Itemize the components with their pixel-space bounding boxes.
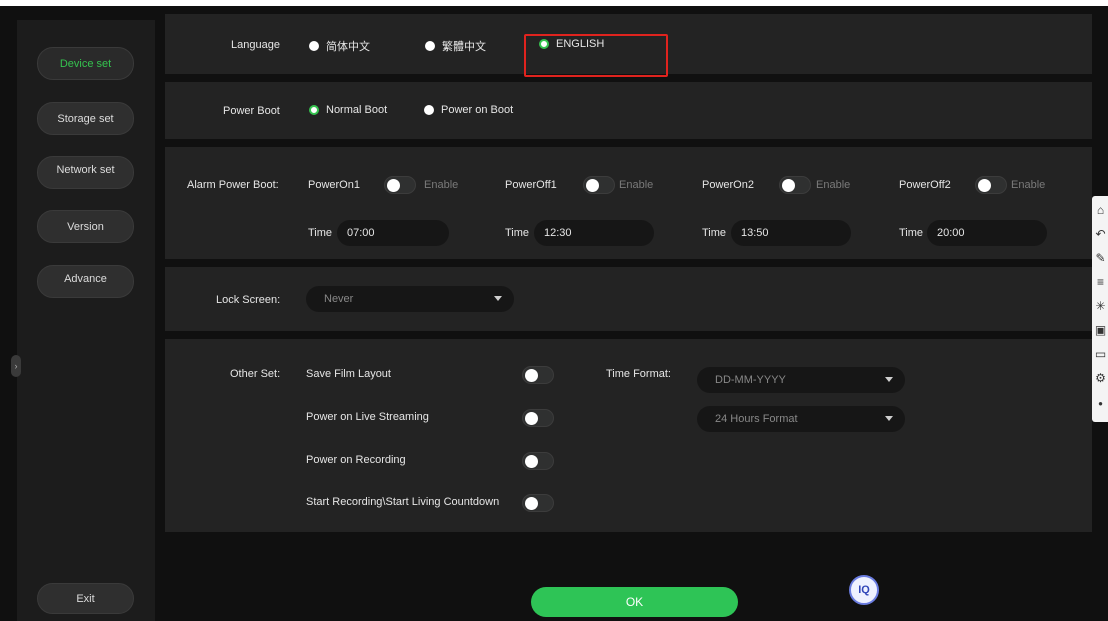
poweroff1-label: PowerOff1 xyxy=(505,179,557,191)
exit-button[interactable]: Exit xyxy=(37,583,134,614)
radio-icon xyxy=(309,41,319,51)
ok-button[interactable]: OK xyxy=(531,587,738,617)
power-on-recording-toggle[interactable] xyxy=(522,452,554,470)
sidebar-item-device-set[interactable]: Device set xyxy=(37,47,134,80)
snowflake-icon[interactable]: ✳ xyxy=(1094,296,1107,316)
save-film-layout-label: Save Film Layout xyxy=(306,368,391,380)
poweron2-time-input[interactable]: 13:50 xyxy=(731,220,851,246)
time-label: Time xyxy=(899,227,924,239)
edit-icon[interactable]: ✎ xyxy=(1094,248,1107,268)
hour-format-select[interactable]: 24 Hours Format xyxy=(697,406,905,432)
poweron2-enable-toggle[interactable] xyxy=(779,176,811,194)
power-on-recording-label: Power on Recording xyxy=(306,454,406,466)
enable-label: Enable xyxy=(816,179,851,191)
caret-down-icon xyxy=(494,296,502,301)
start-recording-countdown-label: Start Recording\Start Living Countdown xyxy=(306,496,500,508)
sidebar-item-version[interactable]: Version xyxy=(37,210,134,243)
other-set-panel: Other Set: Save Film Layout Power on Liv… xyxy=(165,339,1092,532)
time-label: Time xyxy=(308,227,333,239)
save-film-layout-toggle[interactable] xyxy=(522,366,554,384)
list-icon[interactable]: ≡ xyxy=(1094,272,1107,292)
start-recording-countdown-toggle[interactable] xyxy=(522,494,554,512)
more-icon[interactable]: ● xyxy=(1094,394,1107,414)
time-label: Time xyxy=(702,227,727,239)
home-icon[interactable]: ⌂ xyxy=(1094,200,1107,220)
power-on-live-streaming-label: Power on Live Streaming xyxy=(306,411,429,423)
settings-icon[interactable]: ⚙ xyxy=(1094,368,1107,388)
radio-checked-icon xyxy=(309,105,319,115)
poweron1-label: PowerOn1 xyxy=(308,179,360,191)
caret-down-icon xyxy=(885,377,893,382)
poweron2-label: PowerOn2 xyxy=(702,179,754,191)
sidebar-item-advance[interactable]: Advance xyxy=(37,265,134,298)
app-screen: Device set Storage set Network set Versi… xyxy=(0,6,1108,621)
caret-down-icon xyxy=(885,416,893,421)
back-icon[interactable]: ↶ xyxy=(1094,224,1107,244)
alarm-power-boot-panel: Alarm Power Boot: PowerOn1 Enable Time 0… xyxy=(165,147,1092,259)
power-boot-option-power-on[interactable]: Power on Boot xyxy=(424,104,513,116)
sidebar: Device set Storage set Network set Versi… xyxy=(17,20,155,621)
poweron1-enable-toggle[interactable] xyxy=(384,176,416,194)
poweroff1-enable-toggle[interactable] xyxy=(583,176,615,194)
highlight-box xyxy=(524,34,668,77)
enable-label: Enable xyxy=(424,179,459,191)
save-icon[interactable]: ▣ xyxy=(1094,320,1107,340)
poweron1-time-input[interactable]: 07:00 xyxy=(337,220,449,246)
sidebar-item-network-set[interactable]: Network set xyxy=(37,156,134,189)
right-toolbar: ⌂ ↶ ✎ ≡ ✳ ▣ ▭ ⚙ ● xyxy=(1092,196,1108,422)
radio-icon xyxy=(425,41,435,51)
power-boot-label: Power Boot xyxy=(223,105,280,117)
sidebar-item-storage-set[interactable]: Storage set xyxy=(37,102,134,135)
time-label: Time xyxy=(505,227,530,239)
poweroff2-label: PowerOff2 xyxy=(899,179,951,191)
language-option-simplified-chinese[interactable]: 简体中文 xyxy=(309,38,370,54)
poweroff2-time-input[interactable]: 20:00 xyxy=(927,220,1047,246)
enable-label: Enable xyxy=(1011,179,1046,191)
language-option-traditional-chinese[interactable]: 繁體中文 xyxy=(425,38,486,54)
time-format-label: Time Format: xyxy=(606,368,671,380)
lock-screen-label: Lock Screen: xyxy=(216,294,281,306)
lock-screen-panel: Lock Screen: Never xyxy=(165,267,1092,331)
radio-icon xyxy=(424,105,434,115)
other-set-label: Other Set: xyxy=(230,368,281,380)
monitor-icon[interactable]: ▭ xyxy=(1094,344,1107,364)
poweroff1-time-input[interactable]: 12:30 xyxy=(534,220,654,246)
alarm-power-boot-label: Alarm Power Boot: xyxy=(187,179,279,191)
language-label: Language xyxy=(231,39,280,51)
enable-label: Enable xyxy=(619,179,654,191)
lock-screen-select[interactable]: Never xyxy=(306,286,514,312)
sidebar-expand-icon[interactable]: › xyxy=(11,355,21,377)
date-format-select[interactable]: DD-MM-YYYY xyxy=(697,367,905,393)
poweroff2-enable-toggle[interactable] xyxy=(975,176,1007,194)
power-boot-option-normal[interactable]: Normal Boot xyxy=(309,104,387,116)
power-on-live-streaming-toggle[interactable] xyxy=(522,409,554,427)
iq-logo-icon[interactable]: IQ xyxy=(849,575,879,605)
power-boot-panel: Power Boot Normal Boot Power on Boot xyxy=(165,82,1092,139)
